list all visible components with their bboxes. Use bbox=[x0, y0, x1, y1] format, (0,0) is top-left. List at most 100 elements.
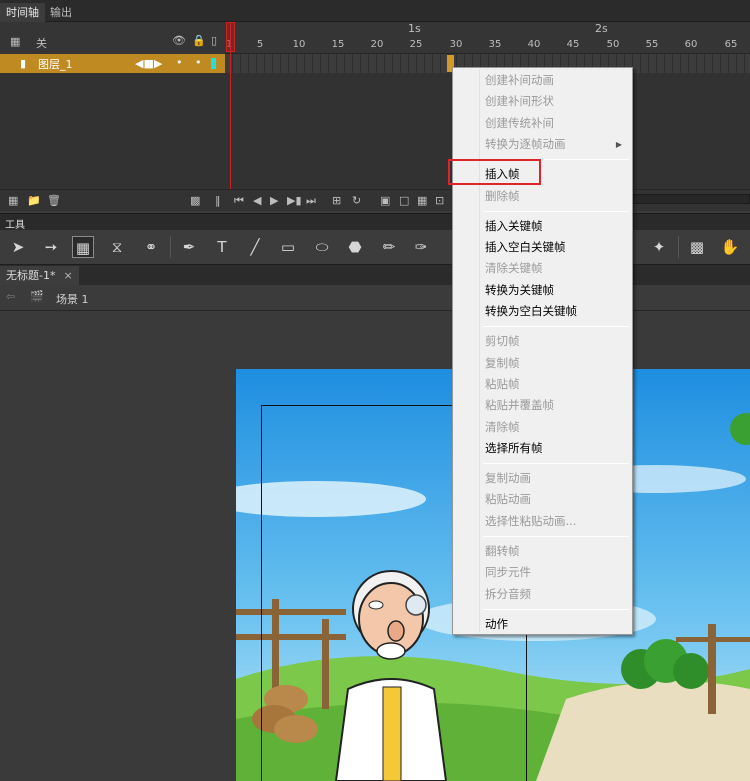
document-tab-bar: 无标题-1* × bbox=[0, 264, 750, 286]
frame-ruler[interactable]: 1s 2s 15101520253035404550556065 bbox=[225, 22, 750, 54]
playhead[interactable] bbox=[226, 22, 235, 189]
new-folder-icon[interactable]: 📁 bbox=[27, 194, 41, 207]
goto-first-frame-icon[interactable]: ⏮ bbox=[234, 194, 244, 208]
menu-item-label: 翻转帧 bbox=[485, 544, 520, 558]
menu-item[interactable]: 清除帧 bbox=[453, 417, 632, 438]
center-frame-icon[interactable]: ⊞ bbox=[332, 194, 341, 207]
menu-item[interactable]: 同步元件 bbox=[453, 562, 632, 583]
frame-number-label: 20 bbox=[370, 39, 384, 50]
close-icon[interactable]: × bbox=[63, 269, 72, 282]
subselection-icon[interactable]: ➙ bbox=[40, 236, 62, 258]
pen-icon[interactable]: ✒ bbox=[178, 236, 200, 258]
menu-item[interactable]: 复制动画 bbox=[453, 468, 632, 489]
menu-item[interactable]: 创建补间动画 bbox=[453, 70, 632, 91]
frame-number-label: 55 bbox=[645, 39, 659, 50]
onion-skin-icon[interactable]: ▣ bbox=[380, 194, 390, 207]
outline-icon[interactable]: ▯ bbox=[211, 34, 217, 47]
oval-icon[interactable]: ⬭ bbox=[311, 236, 333, 258]
submenu-arrow-icon: ▶ bbox=[615, 139, 622, 149]
menu-item[interactable]: 复制帧 bbox=[453, 353, 632, 374]
loop-icon[interactable]: ↻ bbox=[352, 194, 361, 207]
menu-item-label: 转换为关键帧 bbox=[485, 282, 554, 297]
step-forward-icon[interactable]: ▶▮ bbox=[287, 194, 302, 207]
new-layer-icon[interactable]: ▦ bbox=[8, 194, 18, 207]
frame-nav-icon[interactable]: ◀■▶ bbox=[135, 57, 162, 70]
rectangle-icon[interactable]: ▭ bbox=[277, 236, 299, 258]
menu-item[interactable]: 翻转帧 bbox=[453, 541, 632, 562]
scene-label: 场景 1 bbox=[56, 293, 89, 306]
menu-item-label: 粘贴帧 bbox=[485, 376, 520, 391]
camera-icon[interactable]: ▩ bbox=[190, 194, 200, 207]
free-transform-icon[interactable]: ▦ bbox=[72, 236, 94, 258]
eye-icon[interactable]: 👁 bbox=[172, 34, 186, 47]
lock-icon[interactable]: 🔒 bbox=[192, 34, 206, 47]
menu-item[interactable]: 创建补间形状 bbox=[453, 91, 632, 112]
3d-rotation-icon[interactable]: ⧖ bbox=[106, 236, 128, 258]
selection-arrow-icon[interactable]: ➤ bbox=[7, 236, 29, 258]
menu-item[interactable]: 转换为逐帧动画 ▶ bbox=[453, 134, 632, 155]
frame-number-label: 45 bbox=[566, 39, 580, 50]
menu-item-label: 转换为逐帧动画 bbox=[485, 136, 566, 151]
pencil-icon[interactable]: ✏ bbox=[378, 236, 400, 258]
menu-item[interactable]: 拆分音频 bbox=[453, 584, 632, 605]
menu-item-label: 创建补间动画 bbox=[485, 73, 554, 87]
goto-last-frame-icon[interactable]: ⏭ bbox=[306, 194, 316, 208]
menu-item-label: 插入空白关键帧 bbox=[485, 240, 566, 255]
onion-markers-icon[interactable]: ⊡ bbox=[435, 194, 444, 207]
tab-output[interactable]: 输出 bbox=[44, 3, 78, 22]
frame-number-label: 40 bbox=[527, 39, 541, 50]
timeline-empty-area[interactable] bbox=[0, 73, 750, 190]
brush-icon[interactable]: ✑ bbox=[410, 236, 432, 258]
back-arrow-icon[interactable]: ⇦ bbox=[6, 290, 15, 303]
menu-item-label: 复制动画 bbox=[485, 471, 531, 486]
text-icon[interactable]: T bbox=[211, 236, 233, 258]
layer-name[interactable]: 图层_1 bbox=[38, 56, 73, 72]
lasso-icon[interactable]: ⚭ bbox=[140, 236, 162, 258]
frame-context-menu: 创建补间动画 创建补间形状 创建传统补间 转换为逐帧动画 ▶ 插入帧 删除帧 插入关键帧 插入空… bbox=[452, 67, 633, 635]
menu-item-label: 粘贴动画 bbox=[485, 492, 531, 507]
menu-item[interactable]: 粘贴动画 bbox=[453, 489, 632, 510]
layer-outline-icon[interactable]: ▦ bbox=[10, 35, 20, 48]
menu-item[interactable]: 插入空白关键帧 bbox=[453, 237, 632, 258]
layer-color-swatch[interactable] bbox=[211, 58, 216, 69]
menu-item[interactable]: 转换为关键帧 bbox=[453, 280, 632, 301]
menu-item-label: 清除帧 bbox=[485, 419, 520, 434]
hand-icon[interactable]: ✋ bbox=[719, 236, 741, 258]
visibility-dot-icon[interactable]: • bbox=[176, 56, 183, 69]
document-tab[interactable]: 无标题-1* × bbox=[0, 266, 79, 286]
highlight-box bbox=[448, 159, 541, 185]
menu-item[interactable]: 动作 bbox=[453, 614, 632, 635]
lock-dot-icon[interactable]: • bbox=[195, 56, 202, 69]
frame-number-label: 15 bbox=[331, 39, 345, 50]
menu-separator bbox=[483, 608, 629, 610]
menu-item[interactable]: 粘贴帧 bbox=[453, 374, 632, 395]
play-icon[interactable]: ▶ bbox=[270, 194, 278, 207]
tools-panel-title: 工具 bbox=[5, 220, 25, 231]
onion-outline-icon[interactable]: □ bbox=[399, 194, 409, 207]
edit-bar: ⇦ 🎬 场景 1 bbox=[0, 285, 750, 311]
menu-item[interactable]: 剪切帧 bbox=[453, 331, 632, 352]
menu-item[interactable]: 插入关键帧 bbox=[453, 216, 632, 237]
clapper-icon: 🎬 bbox=[30, 290, 44, 303]
menu-item[interactable]: 删除帧 bbox=[453, 186, 632, 207]
line-icon[interactable]: ╱ bbox=[244, 236, 266, 258]
menu-item[interactable]: 粘贴并覆盖帧 bbox=[453, 395, 632, 416]
tools-toolbar: ➤ ➙ ▦ ⧖ ⚭ ✒ T ╱ ▭ ⬭ ⬣ ✏ ✑ ✦ ▩ ✋ bbox=[0, 230, 750, 264]
frame-number-label: 35 bbox=[488, 39, 502, 50]
layer-row[interactable]: ▮ 图层_1 ◀■▶ • • bbox=[0, 54, 225, 73]
pause-icon[interactable]: ‖ bbox=[215, 194, 221, 207]
menu-item[interactable]: 选择所有帧 bbox=[453, 438, 632, 459]
polystar-icon[interactable]: ⬣ bbox=[344, 236, 366, 258]
menu-item[interactable]: 选择性粘贴动画... bbox=[453, 511, 632, 532]
tools-panel-header: 工具 bbox=[0, 213, 750, 231]
menu-item[interactable]: 创建传统补间 bbox=[453, 113, 632, 134]
bone-icon[interactable]: ✦ bbox=[648, 236, 670, 258]
delete-icon[interactable]: 🗑 bbox=[47, 194, 61, 207]
menu-item[interactable]: 清除关键帧 bbox=[453, 258, 632, 279]
camera-icon[interactable]: ▩ bbox=[686, 236, 708, 258]
menu-item[interactable]: 转换为空白关键帧 bbox=[453, 301, 632, 322]
menu-separator bbox=[483, 210, 629, 212]
edit-multiple-frames-icon[interactable]: ▦ bbox=[417, 194, 427, 207]
step-back-icon[interactable]: ◀ bbox=[253, 194, 261, 207]
tab-timeline[interactable]: 时间轴 bbox=[0, 3, 45, 22]
